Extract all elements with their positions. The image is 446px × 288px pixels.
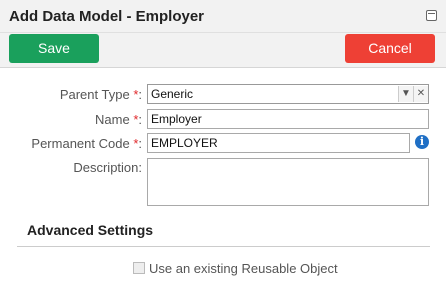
- dialog-title: Add Data Model - Employer: [9, 8, 205, 25]
- description-label: Description:: [73, 160, 142, 175]
- permanent-code-label: Permanent Code *:: [31, 136, 142, 151]
- reusable-object-option[interactable]: Use an existing Reusable Object: [133, 261, 338, 276]
- parent-type-value: Generic: [151, 87, 194, 101]
- name-label: Name *:: [95, 112, 142, 127]
- restore-window-icon[interactable]: [426, 10, 437, 21]
- save-button[interactable]: Save: [9, 34, 99, 63]
- cancel-button[interactable]: Cancel: [345, 34, 435, 63]
- close-icon[interactable]: ✕: [413, 86, 428, 102]
- permanent-code-input[interactable]: EMPLOYER: [147, 133, 410, 153]
- chevron-down-icon[interactable]: ▼: [398, 86, 413, 102]
- dialog-titlebar: Add Data Model - Employer: [0, 0, 446, 33]
- description-textarea[interactable]: [147, 158, 429, 206]
- parent-type-select[interactable]: Generic ▼ ✕: [147, 84, 429, 104]
- advanced-settings-heading: Advanced Settings: [27, 222, 154, 238]
- info-icon[interactable]: i: [415, 135, 429, 149]
- reusable-object-checkbox[interactable]: [133, 262, 145, 274]
- name-input[interactable]: Employer: [147, 109, 429, 129]
- divider: [17, 246, 430, 247]
- dialog-toolbar: Save Cancel: [0, 33, 446, 68]
- parent-type-label: Parent Type *:: [59, 87, 142, 102]
- reusable-object-label: Use an existing Reusable Object: [149, 261, 338, 276]
